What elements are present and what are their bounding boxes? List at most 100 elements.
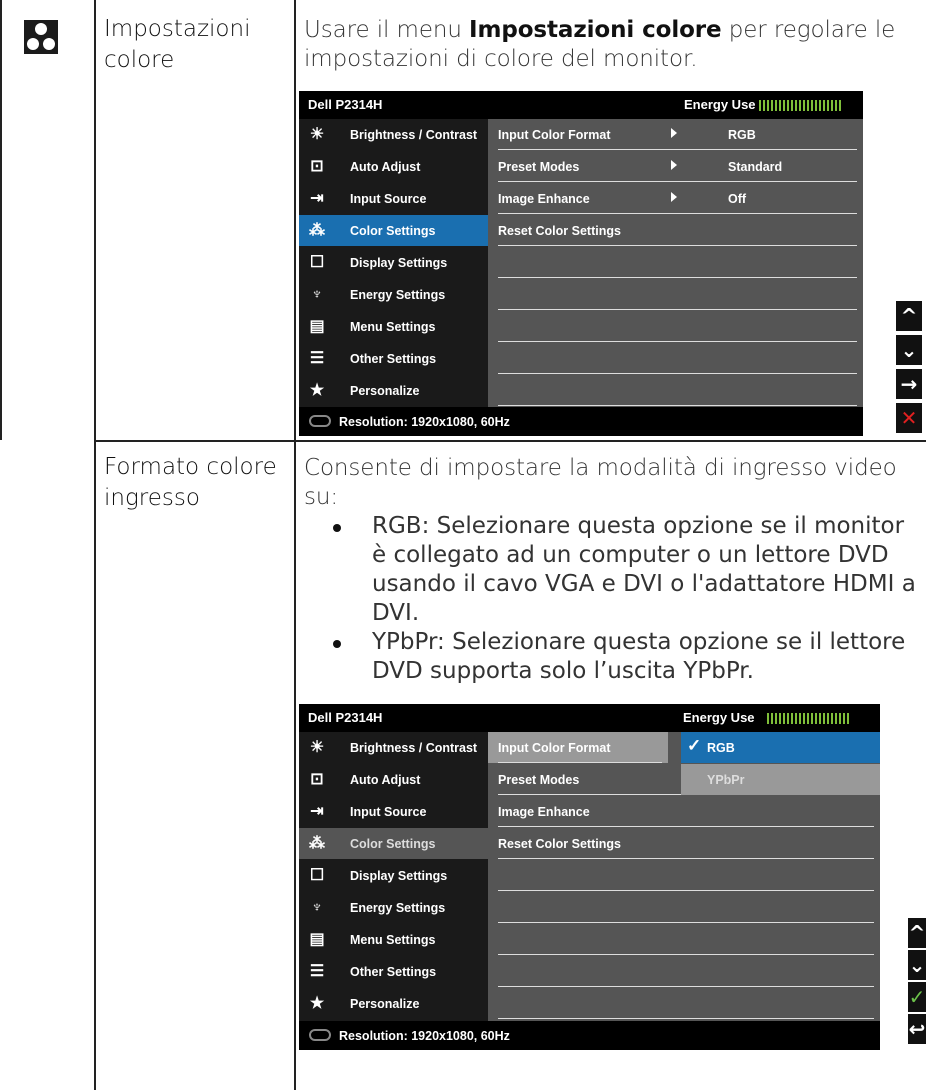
osd-menu-item[interactable]: ⁂ Color Settings xyxy=(299,215,488,246)
osd-submenu-row[interactable]: Image Enhance Off xyxy=(488,183,863,214)
osd-submenu-label: Image Enhance xyxy=(498,192,590,206)
close-button[interactable]: ✕ xyxy=(896,403,922,433)
osd-menu-label: Personalize xyxy=(350,997,420,1011)
up-button[interactable]: ^ xyxy=(908,918,926,948)
osd-screenshot: Dell P2314H Energy Use ☀ Brightness / Con… xyxy=(299,704,880,1050)
osd-submenu-row[interactable]: Reset Color Settings xyxy=(488,215,863,246)
input-source-icon: ⇥ xyxy=(310,803,324,820)
row-intro: Consente di impostare la modalità di ing… xyxy=(304,455,897,510)
up-button[interactable]: ^ xyxy=(896,301,922,331)
bullet-text: YPbPr: Selezionare questa opzione se il … xyxy=(372,629,906,684)
row-title: Formato colore ingresso xyxy=(104,454,277,511)
down-button[interactable]: ⌄ xyxy=(896,335,922,365)
osd-submenu-label: Reset Color Settings xyxy=(498,837,621,851)
osd-menu: ☀ Brightness / Contrast ⊡ Auto Adjust ⇥ Input… xyxy=(299,732,488,1021)
energy-label: Energy Use xyxy=(683,710,755,725)
energy-settings-icon: ♆ xyxy=(311,899,323,916)
enter-button[interactable]: → xyxy=(896,369,922,399)
row-separator xyxy=(498,762,662,763)
osd-menu-label: Other Settings xyxy=(350,352,437,366)
bullet-text: RGB: Selezionare questa opzione se il mo… xyxy=(372,513,916,626)
display-settings-icon: ☐ xyxy=(309,254,325,271)
osd-menu-item[interactable]: ★ Personalize xyxy=(299,375,488,406)
osd-submenu-row xyxy=(488,247,863,278)
osd-menu-label: Input Source xyxy=(350,805,427,819)
osd-menu-item[interactable]: ☀ Brightness / Contrast xyxy=(299,119,488,150)
desc-text: Usare il menu xyxy=(304,17,470,43)
osd-menu-item[interactable]: ⇥ Input Source xyxy=(299,183,488,214)
osd-submenu-row xyxy=(488,279,863,310)
star-icon: ★ xyxy=(309,995,325,1012)
osd-menu-item[interactable]: ☰ Other Settings xyxy=(299,343,488,374)
osd-submenu-row[interactable]: Reset Color Settings xyxy=(488,828,880,859)
row-separator xyxy=(498,245,857,246)
osd-menu-label: Menu Settings xyxy=(350,933,436,947)
menu-settings-icon: ▤ xyxy=(309,931,325,948)
osd-submenu-row xyxy=(488,924,880,955)
osd-submenu-label: Preset Modes xyxy=(498,160,580,174)
menu-settings-icon: ▤ xyxy=(309,318,325,335)
osd-menu-item[interactable]: ▤ Menu Settings xyxy=(299,311,488,342)
row-separator xyxy=(498,341,857,342)
osd-menu-item[interactable]: ⊡ Auto Adjust xyxy=(299,151,488,182)
osd-menu-item[interactable]: ☀ Brightness / Contrast xyxy=(299,732,488,763)
energy-meter xyxy=(767,713,850,724)
color-settings-icon: ⁂ xyxy=(309,222,325,239)
osd-submenu-label: Preset Modes xyxy=(498,773,580,787)
table-line xyxy=(294,0,296,1090)
bullet-list: RGB: Selezionare questa opzione se il mo… xyxy=(304,512,924,686)
option-label: RGB xyxy=(707,741,735,755)
energy-settings-icon: ♆ xyxy=(311,286,323,303)
osd-menu-label: Energy Settings xyxy=(350,288,446,302)
confirm-button[interactable]: ✓ xyxy=(908,982,926,1012)
row-separator xyxy=(498,922,874,923)
option-ypbpr[interactable]: YPbPr xyxy=(681,764,880,795)
down-button[interactable]: ⌄ xyxy=(908,950,926,980)
star-icon: ★ xyxy=(309,382,325,399)
osd-submenu-row xyxy=(488,343,863,374)
auto-adjust-icon: ⊡ xyxy=(310,158,324,175)
row-separator xyxy=(498,373,857,374)
osd-submenu-row xyxy=(488,860,880,891)
osd-submenu-label: Reset Color Settings xyxy=(498,224,621,238)
auto-adjust-icon: ⊡ xyxy=(310,771,324,788)
osd-menu-item[interactable]: ☐ Display Settings xyxy=(299,860,488,891)
osd-menu-item[interactable]: ⊡ Auto Adjust xyxy=(299,764,488,795)
table-line xyxy=(94,440,926,442)
osd-menu-label: Display Settings xyxy=(350,256,448,270)
desc-bold: Impostazioni colore xyxy=(469,17,722,43)
energy-label: Energy Use xyxy=(684,97,756,112)
osd-submenu-label: Image Enhance xyxy=(498,805,590,819)
row-separator xyxy=(498,986,874,987)
osd-submenu-row[interactable]: Image Enhance xyxy=(488,796,880,827)
row-separator xyxy=(498,213,857,214)
option-rgb[interactable]: ✓ RGB xyxy=(681,732,880,763)
osd-footer: Resolution: 1920x1080, 60Hz xyxy=(299,407,863,436)
osd-submenu-value: Off xyxy=(728,192,747,206)
osd-menu-item[interactable]: ★ Personalize xyxy=(299,988,488,1019)
osd-menu-label: Personalize xyxy=(350,384,420,398)
osd-submenu-row[interactable]: Input Color Format xyxy=(488,732,668,763)
osd-menu-item[interactable]: ⁂ Color Settings xyxy=(299,828,488,859)
osd-submenu-row[interactable]: Preset Modes Standard xyxy=(488,151,863,182)
osd-header: Dell P2314H Energy Use xyxy=(299,704,880,732)
osd-menu-item[interactable]: ♆ Energy Settings xyxy=(299,279,488,310)
back-button[interactable]: ↩ xyxy=(908,1014,926,1044)
osd-submenu-row[interactable]: Input Color Format RGB xyxy=(488,119,863,150)
osd-menu-item[interactable]: ♆ Energy Settings xyxy=(299,892,488,923)
osd-menu-item[interactable]: ▤ Menu Settings xyxy=(299,924,488,955)
color-settings-icon: ⁂ xyxy=(309,835,325,852)
display-settings-icon: ☐ xyxy=(309,867,325,884)
osd-submenu-row xyxy=(488,988,880,1019)
color-settings-icon xyxy=(24,20,58,54)
vga-icon xyxy=(309,415,331,427)
osd-menu-label: Brightness / Contrast xyxy=(350,128,478,142)
osd-menu-item[interactable]: ⇥ Input Source xyxy=(299,796,488,827)
row-separator xyxy=(498,149,857,150)
osd-menu-item[interactable]: ☰ Other Settings xyxy=(299,956,488,987)
osd-header: Dell P2314H Energy Use xyxy=(299,91,863,119)
osd-menu-label: Auto Adjust xyxy=(350,160,421,174)
osd-menu-item[interactable]: ☐ Display Settings xyxy=(299,247,488,278)
other-settings-icon: ☰ xyxy=(309,350,325,367)
osd-menu-label: Auto Adjust xyxy=(350,773,421,787)
